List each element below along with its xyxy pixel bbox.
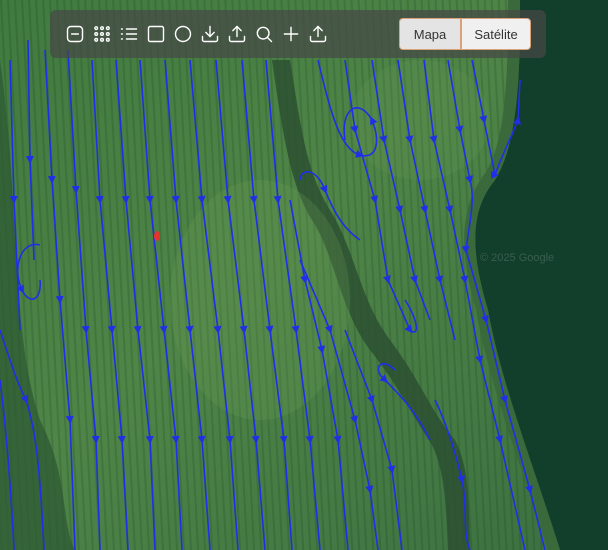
map-watermark: © 2025 Google (480, 252, 554, 264)
map-type-switch: Mapa Satélite (399, 18, 531, 50)
satellite-type-button[interactable]: Satélite (461, 18, 531, 50)
light-patch (170, 180, 350, 420)
upload-icon[interactable] (305, 22, 330, 47)
upload-icon[interactable] (224, 22, 249, 47)
grid-icon[interactable] (89, 22, 114, 47)
search-icon[interactable] (251, 22, 276, 47)
minus-square-icon[interactable] (62, 22, 87, 47)
map-type-button[interactable]: Mapa (399, 18, 460, 50)
location-marker[interactable] (154, 231, 160, 241)
download-icon[interactable] (197, 22, 222, 47)
light-patch (350, 60, 490, 180)
list-icon[interactable] (116, 22, 141, 47)
plus-icon[interactable] (278, 22, 303, 47)
square-icon[interactable] (143, 22, 168, 47)
circle-icon[interactable] (170, 22, 195, 47)
satellite-map[interactable]: © 2025 Google (0, 0, 608, 550)
